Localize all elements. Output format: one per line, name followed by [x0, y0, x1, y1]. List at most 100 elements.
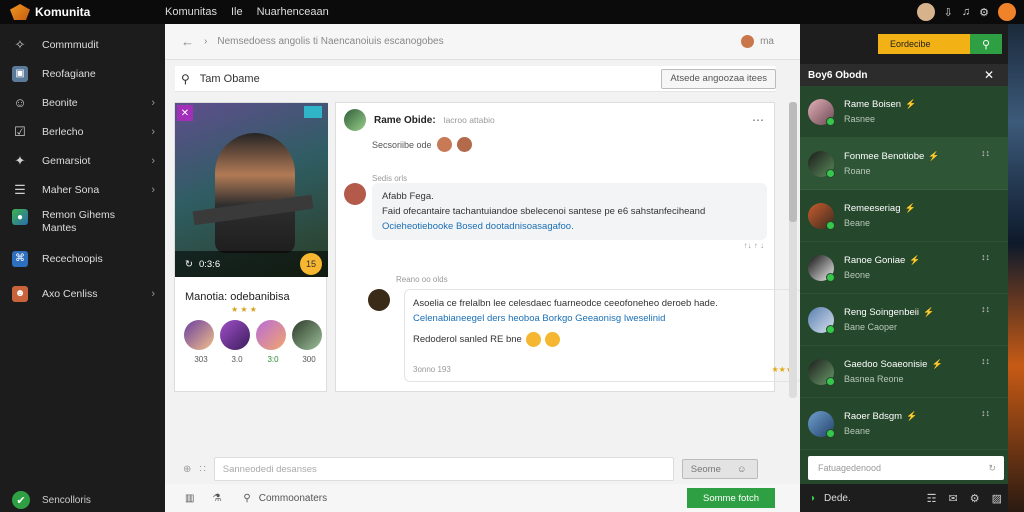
comment-link[interactable]: Celenabianeegel ders heoboa Borkgo Geeao… [413, 311, 793, 326]
author-avatar[interactable] [344, 109, 366, 131]
sidebar-item-berlecho[interactable]: ☑ Berlecho › [0, 117, 165, 146]
friend-avatar [808, 254, 835, 282]
friend-status: Basnea Reone [844, 373, 904, 384]
group-icon[interactable]: ☶ [927, 492, 937, 505]
friend-meta: ↕↕ [981, 304, 990, 314]
chat-icon[interactable]: ✉ [949, 492, 958, 505]
friends-search-input[interactable]: Fatuagedenood [818, 463, 881, 473]
search-bar: ⚲ Tam Obame Atsede angoozaa itees [175, 66, 776, 92]
friend-avatar [808, 202, 835, 230]
player-stat: 300 [302, 355, 316, 364]
friend-item[interactable]: Reng Soingenbeii ⚡ Bane Caoper ↕↕ [800, 294, 1008, 346]
friend-status: Rasnee [844, 113, 876, 124]
format-icon[interactable]: ∷ [199, 464, 205, 475]
book-icon[interactable]: ▥ [185, 493, 194, 504]
friend-name: Ranoe Goniae [844, 254, 906, 266]
bolt-icon: ⚡ [905, 98, 917, 109]
send-button[interactable]: Seome ☺ [681, 459, 758, 479]
search-icon[interactable]: ⚲ [970, 34, 1002, 54]
more-options-icon[interactable]: ⋯ [752, 113, 764, 127]
post-author[interactable]: Rame Obide: [374, 115, 436, 126]
toolbar-right-label[interactable]: ma [760, 36, 774, 47]
toolbar-avatar[interactable] [741, 35, 755, 48]
reaction-avatar[interactable] [456, 137, 472, 152]
comment-section-label: Reano oo olds [396, 275, 448, 284]
close-icon[interactable]: ✕ [177, 105, 193, 121]
commenter-avatar[interactable] [344, 183, 366, 205]
friend-avatar [808, 410, 835, 438]
feed-scrollbar[interactable] [789, 102, 797, 398]
friend-item[interactable]: Ranoe Goniae ⚡ Beone ↕↕ [800, 242, 1008, 294]
settings-icon[interactable]: ⚙ [979, 6, 989, 19]
sidebar-item-label: Maher Sona [42, 183, 100, 196]
sidebar-item-beonite[interactable]: ☺ Beonite › [0, 88, 165, 117]
chevron-right-icon: › [151, 154, 155, 167]
notification-icon[interactable]: ♫ [962, 6, 970, 18]
friend-item[interactable]: Rame Boisen ⚡ Rasnee [800, 86, 1008, 138]
chevron-right-icon: › [151, 183, 155, 196]
player-stats: 303 3.0 3:0 300 [175, 350, 326, 364]
friend-item[interactable]: Fonmee Benotiobe ⚡ Roane ↕↕ [800, 138, 1008, 190]
user-avatar[interactable] [916, 3, 935, 21]
search-button[interactable]: Atsede angoozaa itees [661, 68, 776, 89]
back-arrow-icon[interactable]: ← [181, 34, 194, 49]
scrollbar-thumb[interactable] [789, 102, 797, 222]
game-card[interactable]: ✕ ↻ 0:3:6 15 Manotia: odebanibisa ★ ★ ★ … [174, 102, 328, 392]
nav-item-ile[interactable]: Ile [231, 6, 243, 18]
reaction-avatar[interactable] [436, 137, 452, 152]
sidebar-item-maher-sona[interactable]: ☰ Maher Sona › [0, 175, 165, 204]
sidebar-item-gemarsiot[interactable]: ✦ Gemarsiot › [0, 146, 165, 175]
sidebar-item-remon-gihems[interactable]: ● Remon Gihems Mantes [0, 204, 165, 244]
refresh-icon[interactable]: ↻ [185, 259, 193, 270]
sidebar-item-recechoopis[interactable]: ⌘ Recechoopis [0, 244, 165, 273]
search-input[interactable]: Tam Obame [200, 73, 260, 85]
app-logo[interactable]: Komunita [0, 4, 165, 20]
sidebar-item-label: Axo Cenliss [42, 287, 98, 300]
comment-meta[interactable]: ↑↓ ↑ ↓ [744, 241, 764, 250]
friend-item[interactable]: Gaedoo Soaeonisie ⚡ Basnea Reone ↕↕ [800, 346, 1008, 398]
player-avatar[interactable] [220, 320, 250, 350]
search-icon[interactable]: ⚲ [243, 493, 250, 504]
sidebar-footer[interactable]: ✔ Sencolloris [12, 488, 91, 512]
sidebar-item-commmudit[interactable]: ✧ Commmudit [0, 30, 165, 59]
player-avatar[interactable] [184, 320, 214, 350]
friend-item[interactable]: Raoer Bdsgm ⚡ Beane ↕↕ [800, 398, 1008, 450]
commenter-avatar[interactable] [368, 289, 390, 311]
tag-icon [304, 106, 322, 118]
friend-name: Rame Boisen [844, 98, 902, 110]
bolt-icon: ⚡ [923, 306, 935, 317]
settings-icon[interactable]: ⚙ [970, 492, 980, 505]
comment-link[interactable]: Ocieheotiebooke Bosed dootadnisoasagafoo… [382, 219, 757, 234]
friend-meta: ↕↕ [981, 356, 990, 366]
image-icon[interactable]: ▨ [992, 492, 1002, 505]
search-icon: ⚲ [181, 71, 190, 86]
background-edge [1008, 24, 1024, 512]
player-avatar[interactable] [292, 320, 322, 350]
friends-search[interactable]: Fatuagedenood ↻ [808, 456, 1004, 480]
sidebar-item-reofagiane[interactable]: ▣ Reofagiane [0, 59, 165, 88]
close-icon[interactable]: ✕ [984, 68, 994, 82]
friend-item[interactable]: Remeeseriag ⚡ Beane [800, 190, 1008, 242]
friend-meta: ↕↕ [981, 252, 990, 262]
compose-input[interactable]: Sanneodedi desanses [213, 457, 674, 481]
avatar-icon: ☻ [12, 285, 28, 302]
notes-icon: ☰ [14, 181, 26, 197]
friend-avatar [808, 150, 835, 178]
profile-avatar[interactable] [998, 3, 1016, 21]
primary-action-button[interactable]: Somme fotch [687, 488, 775, 508]
emoji-icon [544, 332, 560, 347]
download-icon[interactable]: ⇩ [944, 6, 953, 19]
nav-item-komunitas[interactable]: Komunitas [165, 6, 217, 18]
comment-text: Afabb Fega. [382, 191, 434, 202]
comment: Asoelia ce frelalbn lee celesdaec fuarne… [368, 289, 802, 382]
compose-bar: ⊕ ∷ Sanneodedi desanses Seome ☺ [165, 454, 800, 484]
friend-status: Bane Caoper [844, 321, 898, 332]
sidebar-item-axo-cenliss[interactable]: ☻ Axo Cenliss › [0, 279, 165, 308]
add-icon[interactable]: ⊕ [183, 464, 191, 475]
friends-action-button[interactable]: Eordecibe [878, 34, 970, 54]
gift-icon[interactable]: ⚗ [212, 493, 221, 504]
nav-item-nuarhenceaan[interactable]: Nuarhenceaan [257, 6, 329, 18]
player-avatar[interactable] [256, 320, 286, 350]
hero-figure [215, 133, 295, 253]
refresh-icon[interactable]: ↻ [988, 463, 996, 474]
